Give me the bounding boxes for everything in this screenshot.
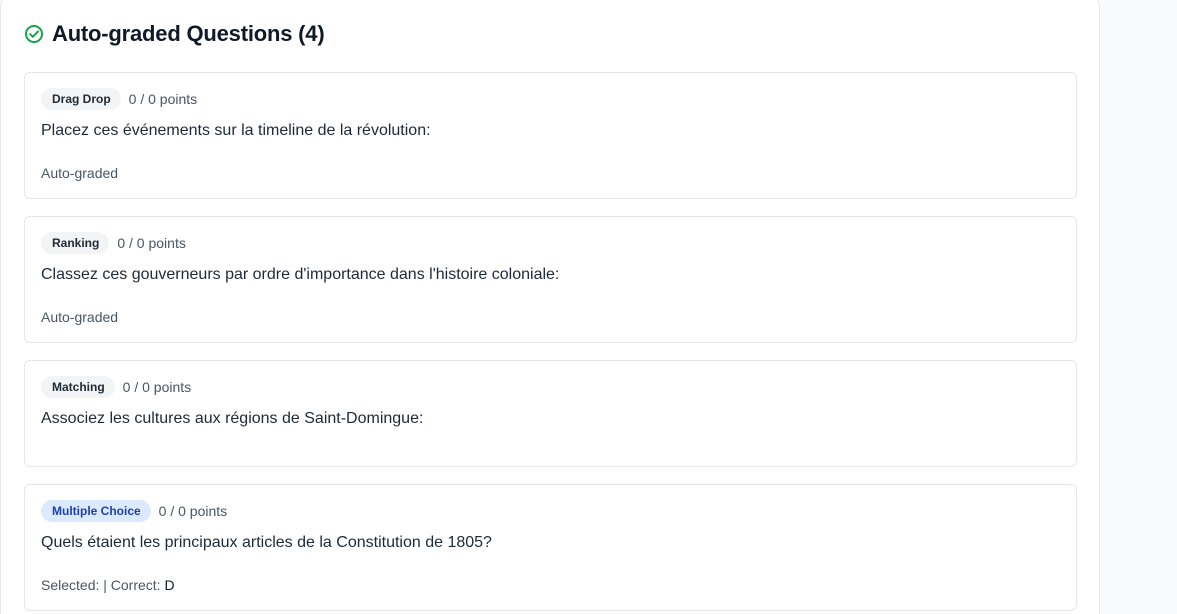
- correct-answer-value: D: [164, 577, 175, 593]
- question-text: Associez les cultures aux régions de Sai…: [41, 410, 424, 427]
- auto-graded-panel: Auto-graded Questions (4) Drag Drop 0 / …: [0, 0, 1100, 614]
- grading-status: Auto-graded: [41, 309, 119, 325]
- question-type-badge: Multiple Choice: [41, 500, 151, 522]
- question-points: 0 / 0 points: [117, 235, 186, 251]
- question-text: Placez ces événements sur la timeline de…: [41, 122, 431, 139]
- question-type-badge: Ranking: [41, 232, 110, 254]
- question-card: Ranking 0 / 0 points Classez ces gouvern…: [24, 216, 1077, 343]
- question-points: 0 / 0 points: [128, 91, 198, 107]
- question-type-badge: Drag Drop: [41, 88, 121, 110]
- question-meta: Multiple Choice 0 / 0 points: [41, 500, 227, 522]
- question-text: Quels étaient les principaux articles de…: [41, 534, 492, 551]
- question-text: Classez ces gouverneurs par ordre d'impo…: [41, 266, 560, 283]
- selected-and-correct-label: Selected: | Correct:: [41, 577, 165, 593]
- question-card: Matching 0 / 0 points Associez les cultu…: [24, 360, 1077, 467]
- question-type-badge: Matching: [41, 376, 115, 398]
- question-points: 0 / 0 points: [122, 379, 192, 395]
- question-card: Drag Drop 0 / 0 points Placez ces événem…: [24, 72, 1077, 199]
- check-circle-icon: [24, 24, 44, 44]
- question-meta: Matching 0 / 0 points: [41, 376, 191, 398]
- section-title: Auto-graded Questions (4): [52, 21, 325, 46]
- question-points: 0 / 0 points: [158, 503, 228, 519]
- question-card: Multiple Choice 0 / 0 points Quels étaie…: [24, 484, 1077, 611]
- section-header: Auto-graded Questions (4): [24, 21, 325, 47]
- grading-status: Auto-graded: [41, 165, 119, 181]
- answer-summary: Selected: | Correct: D: [41, 577, 175, 593]
- question-meta: Ranking 0 / 0 points: [41, 232, 186, 254]
- page: Auto-graded Questions (4) Drag Drop 0 / …: [0, 0, 1177, 614]
- question-meta: Drag Drop 0 / 0 points: [41, 88, 197, 110]
